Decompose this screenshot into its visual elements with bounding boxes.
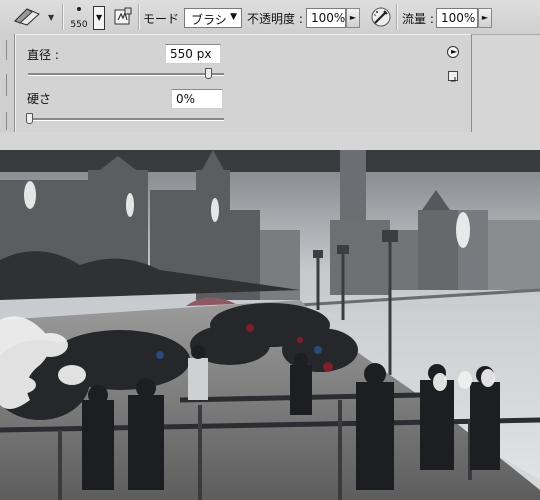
- new-preset-icon: [451, 77, 456, 82]
- flow-label: 流量 :: [402, 12, 434, 26]
- diameter-slider-thumb[interactable]: [204, 68, 212, 79]
- brush-panel-toggle-button[interactable]: [112, 6, 134, 28]
- chevron-down-icon: ▼: [230, 12, 237, 22]
- airbrush-toggle-button[interactable]: [370, 6, 392, 28]
- mode-value: ブラシ: [191, 13, 227, 27]
- divider: [6, 74, 7, 96]
- brush-picker-dropdown[interactable]: ▼: [93, 6, 105, 30]
- tool-preset-picker[interactable]: ▼: [8, 4, 58, 28]
- chevron-down-icon: ▼: [96, 13, 103, 22]
- divider: [396, 4, 398, 30]
- divider: [6, 112, 7, 130]
- hardness-slider[interactable]: [28, 118, 224, 121]
- diameter-value: 550 px: [170, 47, 212, 61]
- opacity-label: 不透明度 :: [247, 12, 303, 26]
- diameter-label: 直径 :: [27, 48, 59, 62]
- bund-photo: [0, 150, 540, 500]
- brush-size-readout: 550: [70, 20, 88, 30]
- hardness-label: 硬さ: [27, 92, 52, 106]
- panel-menu-arrow-icon: ►: [451, 47, 458, 56]
- document-canvas[interactable]: [0, 150, 540, 500]
- divider: [138, 4, 140, 30]
- brush-preset-panel: 直径 : 550 px ► 硬さ 0%: [14, 34, 472, 133]
- opacity-slider-button[interactable]: ►: [346, 8, 360, 28]
- new-preset-button[interactable]: [448, 71, 458, 82]
- opacity-input[interactable]: 100%: [306, 8, 346, 28]
- brush-preset-preview[interactable]: 550: [66, 3, 92, 31]
- airbrush-icon: [371, 7, 391, 27]
- brush-panel-icon: [114, 7, 132, 25]
- diameter-input[interactable]: 550 px: [165, 44, 221, 64]
- diameter-slider[interactable]: [28, 73, 224, 76]
- eraser-icon: [12, 6, 42, 29]
- flow-input[interactable]: 100%: [436, 8, 478, 28]
- divider: [62, 4, 64, 30]
- toolbox-edge: [0, 34, 15, 134]
- chevron-right-icon: ►: [481, 13, 489, 22]
- opacity-value: 100%: [311, 11, 346, 25]
- chevron-right-icon: ►: [349, 13, 357, 22]
- chevron-down-icon: ▼: [48, 13, 55, 22]
- mode-select[interactable]: ブラシ ▼: [184, 8, 242, 28]
- hardness-slider-thumb[interactable]: [25, 113, 33, 124]
- panel-menu-button[interactable]: ►: [447, 46, 459, 58]
- workspace-gap: [0, 132, 540, 150]
- brush-tip-icon: [77, 7, 81, 11]
- flow-value: 100%: [441, 11, 476, 25]
- hardness-value: 0%: [176, 92, 196, 106]
- mode-label: モード :: [143, 12, 187, 26]
- flow-slider-button[interactable]: ►: [478, 8, 492, 28]
- options-bar: ▼ 550 ▼ モード : ブラシ ▼ 不透明度 : 100% ► 流量: 1…: [0, 0, 540, 35]
- divider: [6, 40, 7, 60]
- hardness-input[interactable]: 0%: [171, 89, 223, 109]
